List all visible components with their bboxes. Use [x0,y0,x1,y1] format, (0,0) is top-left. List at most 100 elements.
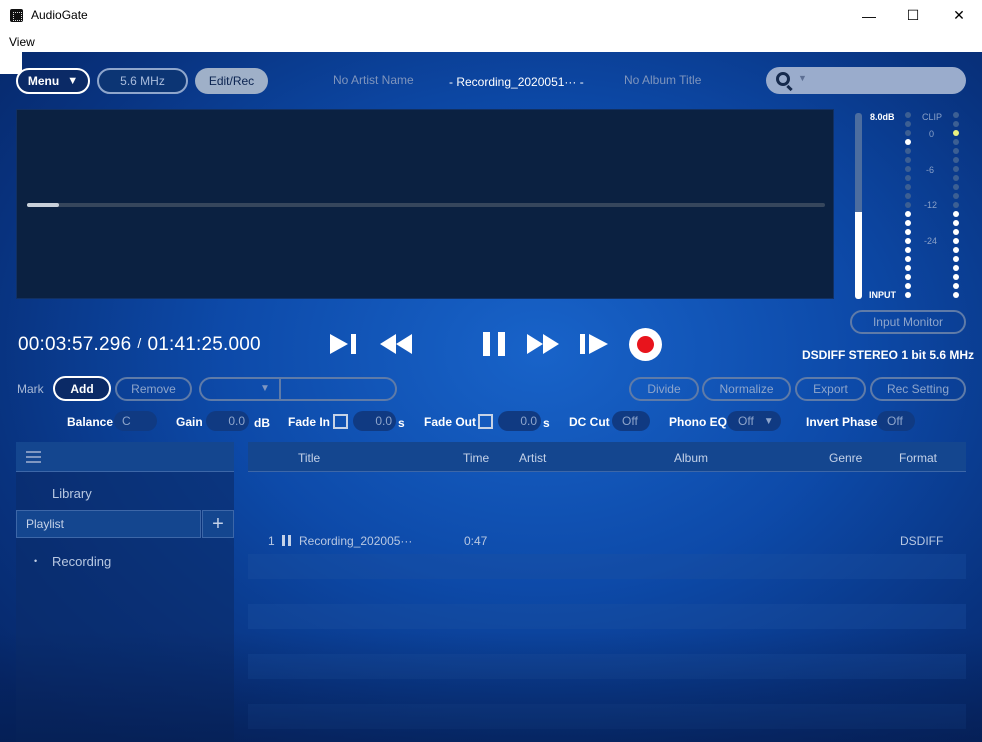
edit-rec-button[interactable]: Edit/Rec [195,68,268,94]
level-meter-dot [905,139,911,145]
format-info: DSDIFF STEREO 1 bit 5.6 MHz [802,348,975,362]
meter-scale-minus-12: -12 [924,200,938,210]
input-monitor-button[interactable]: Input Monitor [850,310,966,334]
chevron-down-icon: ▼ [798,73,807,83]
app-icon [10,9,23,22]
hamburger-menu-icon[interactable] [26,451,41,453]
level-meter-dot [953,292,959,298]
marker-select-divider [279,379,281,399]
level-meter-dot [953,274,959,280]
level-meter-dot [905,256,911,262]
level-meter-dot [905,211,911,217]
balance-field[interactable]: C [114,411,157,431]
artist-name: No Artist Name [333,73,414,87]
fast-forward-icon[interactable] [527,330,559,358]
fade-in-unit: s [398,416,405,430]
column-genre[interactable]: Genre [829,451,862,465]
track-title-cell: Recording_202005··· [299,534,413,548]
level-meter-dot [905,265,911,271]
chevron-down-icon: ▼ [67,75,79,87]
meter-scale-clip: CLIP [922,112,943,122]
level-meter-dot [953,148,959,154]
level-meter-dot [905,220,911,226]
time-display: 00:03:57.296 / 01:41:25.000 [18,334,261,356]
marker-select[interactable]: ▼ [199,377,397,401]
level-meter-dot [953,166,959,172]
gain-unit: dB [254,416,270,430]
table-row[interactable]: 1 Recording_202005··· 0:47 DSDIFF [248,529,966,554]
sidebar-item-recording[interactable]: Recording [52,554,111,569]
rec-setting-button[interactable]: Rec Setting [870,377,966,401]
menu-view[interactable]: View [9,35,35,49]
level-meter-dot [905,283,911,289]
menu-bar: View [0,31,982,52]
level-meter-dot [905,184,911,190]
next-marker-icon[interactable] [578,330,610,358]
search-icon [776,72,790,86]
balance-label: Balance [67,415,114,429]
column-format[interactable]: Format [899,451,937,465]
frequency-button[interactable]: 5.6 MHz [97,68,188,94]
waveform-display[interactable] [16,109,834,299]
minimize-button[interactable]: — [846,0,892,31]
level-meter-dot [905,193,911,199]
time-separator: / [137,335,142,351]
level-meter-dot [953,211,959,217]
pause-icon[interactable] [481,330,509,358]
position-slider[interactable] [27,203,825,207]
export-button[interactable]: Export [795,377,866,401]
column-album[interactable]: Album [674,451,708,465]
column-title[interactable]: Title [298,451,320,465]
add-playlist-button[interactable]: + [202,510,234,538]
stop-button[interactable] [0,52,22,74]
level-meter-dot [953,256,959,262]
fade-out-field[interactable]: 0.0 [498,411,541,431]
sidebar-playlist-header[interactable]: Playlist [16,510,201,538]
level-meter-dot [953,238,959,244]
column-artist[interactable]: Artist [519,451,546,465]
track-list-header: Title Time Artist Album Genre Format [248,442,966,472]
divide-button[interactable]: Divide [629,377,699,401]
table-row-empty [248,554,966,579]
level-meter-dot [905,130,911,136]
record-button[interactable] [629,328,662,361]
chevron-down-icon: ▼ [763,415,774,427]
normalize-button[interactable]: Normalize [702,377,791,401]
sidebar-item-library[interactable]: Library [52,486,92,501]
maximize-button[interactable]: ☐ [890,0,936,31]
level-meter-dot [953,247,959,253]
window-title: AudioGate [31,8,88,22]
remove-mark-button[interactable]: Remove [115,377,192,401]
phono-eq-select[interactable]: Off ▼ [727,411,781,431]
track-title: - Recording_2020051··· - [449,75,584,89]
add-mark-button[interactable]: Add [53,376,111,401]
level-meter-dot [953,130,959,136]
level-meter-dot [953,121,959,127]
menu-button[interactable]: Menu ▼ [16,68,90,94]
fade-in-checkbox[interactable] [333,414,348,429]
dc-cut-toggle[interactable]: Off [612,411,650,431]
dc-cut-label: DC Cut [569,415,610,429]
close-button[interactable]: ✕ [936,0,982,31]
level-meter-dot [905,121,911,127]
level-meter-right [953,112,959,301]
input-level-fill [855,211,862,299]
fade-out-checkbox[interactable] [478,414,493,429]
meter-scale-minus-6: -6 [926,165,935,175]
level-meter-dot [905,229,911,235]
level-meter-dot [953,175,959,181]
gain-field[interactable]: 0.0 [206,411,249,431]
table-row-empty [248,704,966,729]
level-meter-dot [953,112,959,118]
input-level-slider[interactable] [855,113,862,299]
column-time[interactable]: Time [463,451,489,465]
app-area: Menu ▼ 5.6 MHz Edit/Rec No Artist Name -… [0,52,982,742]
fade-in-field[interactable]: 0.0 [353,411,396,431]
skip-to-end-icon[interactable] [328,330,360,358]
album-title: No Album Title [624,73,702,87]
invert-phase-toggle[interactable]: Off [877,411,915,431]
search-input[interactable]: ▼ [766,67,966,94]
pause-icon [282,535,291,546]
rewind-icon[interactable] [380,330,412,358]
table-row-empty [248,604,966,629]
